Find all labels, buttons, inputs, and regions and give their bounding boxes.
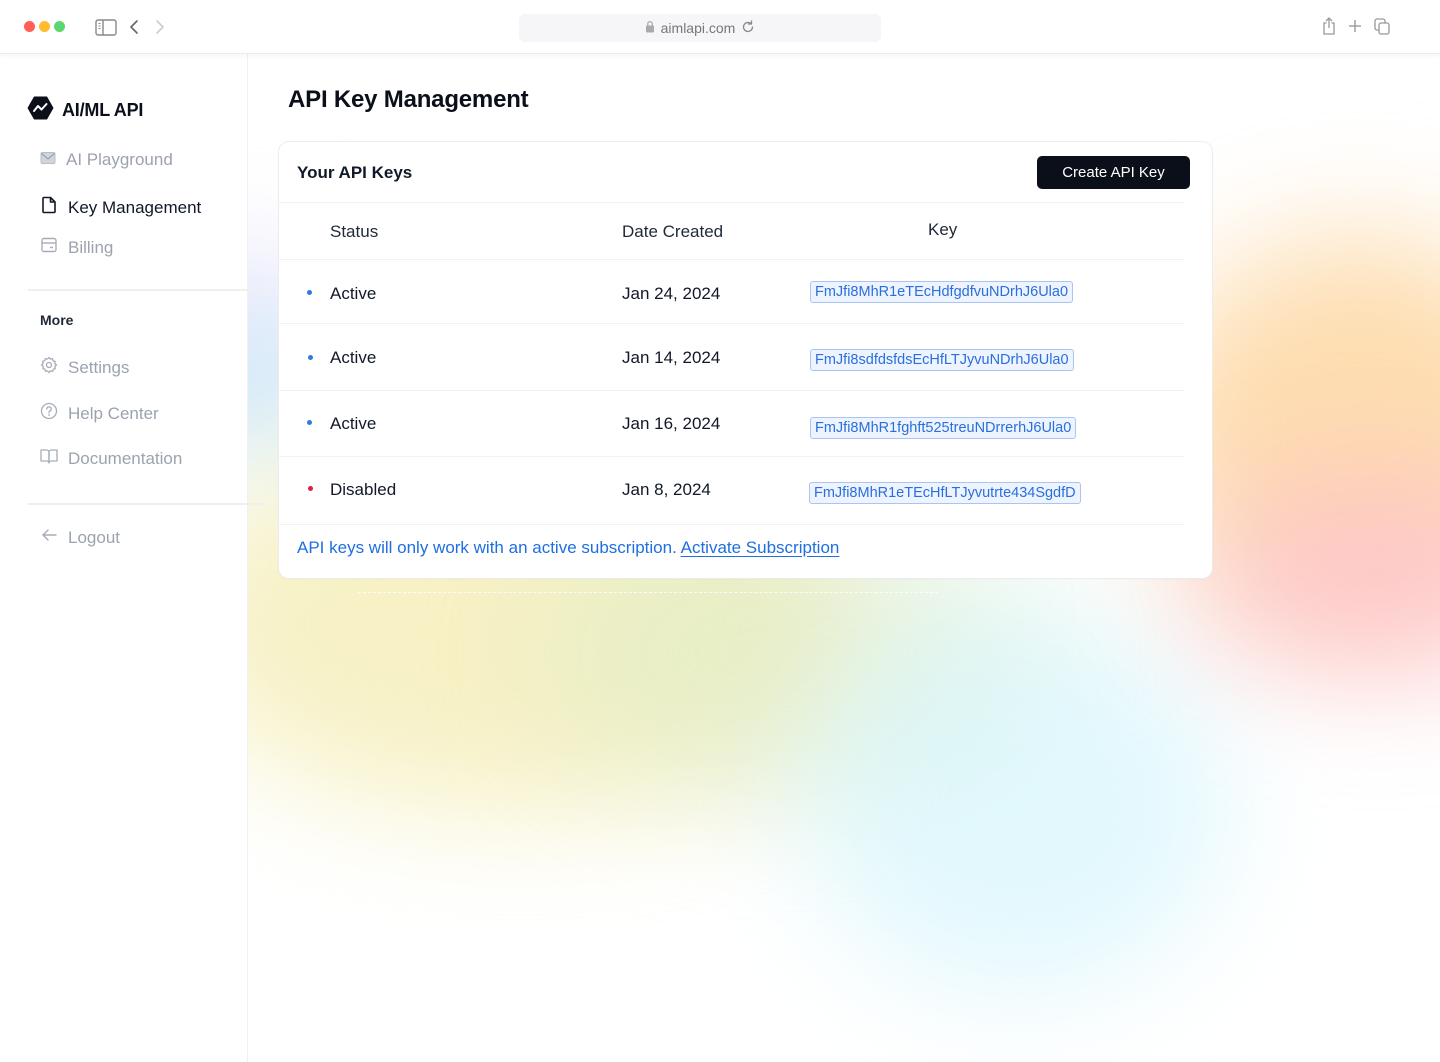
page-title: API Key Management — [288, 86, 529, 113]
sidebar-item-help-center[interactable]: Help Center — [40, 402, 159, 425]
status-dot-disabled — [308, 486, 313, 491]
sidebar-item-label: Key Management — [68, 197, 202, 217]
status-text: Active — [330, 348, 377, 367]
tabs-overview-icon[interactable] — [1374, 17, 1390, 40]
document-icon — [40, 196, 58, 219]
url-text: aimlapi.com — [660, 20, 736, 36]
date-created: Jan 16, 2024 — [622, 414, 721, 433]
date-created: Jan 14, 2024 — [622, 348, 721, 367]
sidebar-item-label: Billing — [68, 237, 114, 257]
chevron-right-icon[interactable] — [152, 16, 168, 38]
column-header-date-created: Date Created — [622, 222, 724, 241]
column-header-key: Key — [928, 220, 958, 239]
minimize-window-button[interactable] — [39, 21, 50, 32]
reload-icon[interactable] — [741, 19, 755, 37]
arrow-left-icon — [40, 527, 58, 548]
plus-icon[interactable] — [1348, 19, 1362, 38]
sidebar-item-label: Documentation — [68, 448, 183, 468]
section-label-more: More — [40, 312, 74, 328]
sidebar-item-label: Settings — [68, 357, 130, 377]
sidebar: AI/ML API AI Playground Key Management B… — [0, 54, 264, 1062]
api-key-value[interactable]: FmJfi8MhR1eTEcHfLTJyvutrte434SgdfD — [809, 482, 1081, 504]
sidebar-item-settings[interactable]: Settings — [40, 356, 129, 379]
brand-name: AI/ML API — [62, 100, 144, 120]
browser-toolbar: aimlapi.com — [0, 0, 1440, 54]
logo-icon — [27, 96, 54, 125]
notice-text: API keys will only work with an active s… — [297, 538, 677, 557]
book-icon — [40, 448, 58, 469]
logout-label: Logout — [68, 527, 120, 547]
activate-subscription-link[interactable]: Activate Subscription — [681, 538, 840, 557]
browser-actions — [1322, 16, 1390, 41]
api-key-value[interactable]: FmJfi8MhR1eTEcHdfgdfvuNDrhJ6Ula0 — [810, 281, 1074, 303]
logout-button[interactable]: Logout — [40, 527, 120, 548]
status-text: Disabled — [330, 480, 397, 499]
subscription-notice: API keys will only work with an active s… — [297, 538, 839, 558]
address-bar[interactable]: aimlapi.com — [519, 14, 881, 42]
decorative-dashed-line — [358, 592, 938, 593]
divider — [279, 456, 1184, 457]
sidebar-divider — [28, 289, 264, 291]
divider — [279, 323, 1184, 324]
sidebar-item-ai-playground[interactable]: AI Playground — [40, 150, 173, 170]
status-dot-active — [307, 290, 312, 295]
card-title: Your API Keys — [297, 163, 413, 182]
divider — [279, 524, 1184, 525]
close-window-button[interactable] — [24, 21, 35, 32]
gear-icon — [40, 356, 58, 379]
api-key-value[interactable]: FmJfi8sdfdsfdsEcHfLTJyvuNDrhJ6Ula0 — [810, 349, 1074, 371]
divider — [279, 259, 1184, 260]
chevron-left-icon[interactable] — [126, 16, 142, 38]
column-header-status: Status — [330, 222, 379, 241]
status-dot-active — [308, 355, 313, 360]
status-dot-active — [307, 420, 312, 425]
status-text: Active — [330, 414, 377, 433]
help-circle-icon — [40, 402, 58, 425]
divider — [279, 202, 1184, 203]
sidebar-item-billing[interactable]: Billing — [40, 237, 113, 258]
sidebar-item-label: AI Playground — [66, 150, 173, 169]
api-key-value[interactable]: FmJfi8MhR1fghft525treuNDrrerhJ6Ula0 — [810, 417, 1077, 439]
maximize-window-button[interactable] — [54, 21, 65, 32]
lock-icon — [645, 20, 655, 36]
window-controls — [24, 21, 65, 32]
sidebar-divider — [28, 503, 264, 505]
brand-logo[interactable]: AI/ML API — [27, 96, 143, 125]
sidebar-item-key-management[interactable]: Key Management — [40, 196, 201, 219]
sidebar-toggle-icon[interactable] — [94, 16, 118, 38]
share-icon[interactable] — [1322, 16, 1336, 41]
sidebar-item-documentation[interactable]: Documentation — [40, 448, 182, 469]
create-api-key-button[interactable]: Create API Key — [1037, 156, 1190, 189]
divider — [279, 390, 1184, 391]
sidebar-item-label: Help Center — [68, 403, 159, 423]
status-text: Active — [330, 284, 377, 303]
date-created: Jan 24, 2024 — [622, 284, 721, 303]
mail-icon — [40, 150, 56, 170]
api-keys-card: Your API Keys Create API Key Status Date… — [279, 142, 1212, 578]
card-icon — [40, 237, 58, 258]
date-created: Jan 8, 2024 — [622, 480, 711, 499]
